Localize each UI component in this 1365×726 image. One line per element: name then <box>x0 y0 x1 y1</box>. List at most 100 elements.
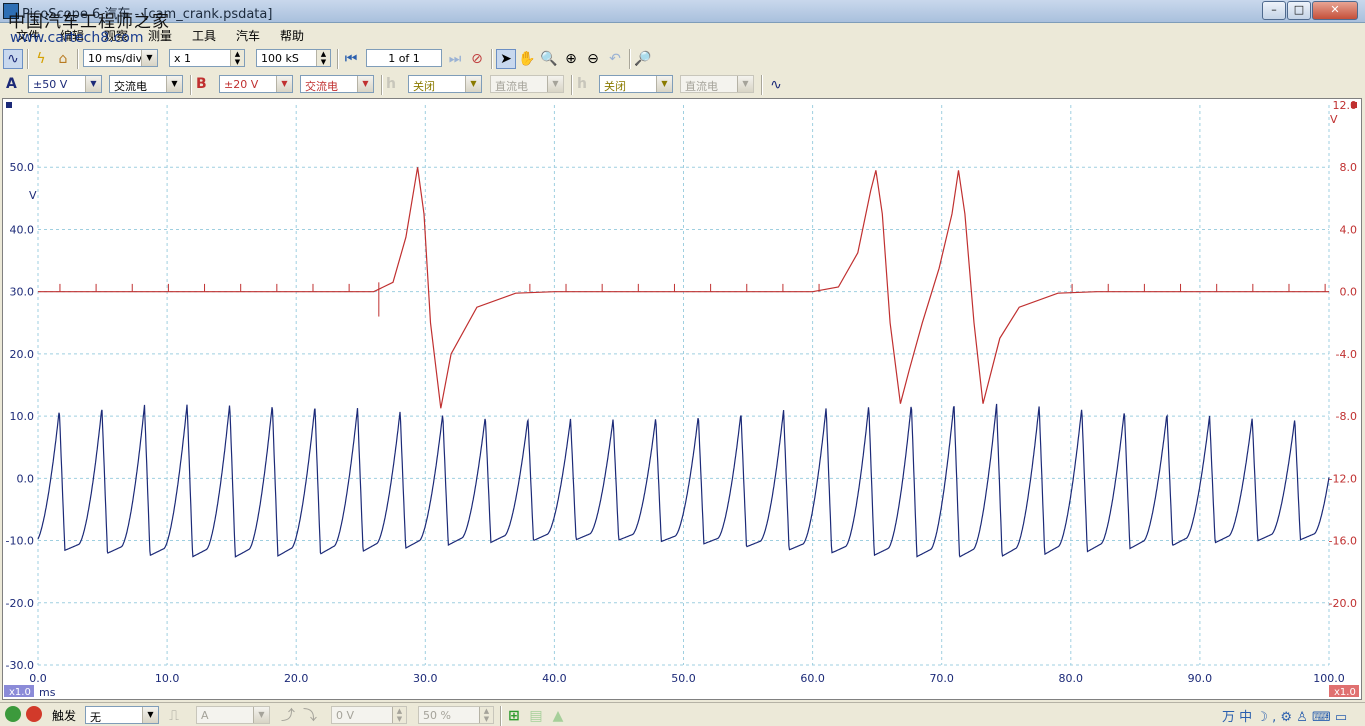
x-tick-label: 90.0 <box>1188 672 1213 685</box>
stop-icon[interactable] <box>26 706 42 722</box>
spin-arrows-icon[interactable]: ▲ ▼ <box>316 50 330 66</box>
undo-zoom-icon[interactable]: ↶ <box>605 49 625 69</box>
zoom-select-icon[interactable]: 🔍 <box>539 49 559 69</box>
chevron-down-icon[interactable]: ▼ <box>465 76 481 92</box>
scope-mode-icon[interactable]: ∿ <box>3 49 23 69</box>
first-buffer-icon[interactable]: ⏮ <box>341 49 361 69</box>
gear-icon[interactable]: ⚙ <box>1280 710 1292 725</box>
close-button[interactable]: ✕ <box>1312 1 1358 20</box>
channel-toolbar: A ±50 V ▼ 交流电 ▼ B ±20 V ▼ 交流电 ▼ h 关闭 ▼ 直… <box>0 72 1365 98</box>
right-tick-label: -12.0 <box>1329 472 1357 485</box>
hand-icon[interactable]: ✋ <box>517 49 537 69</box>
samples-stepper[interactable]: 100 kS ▲ ▼ <box>256 49 331 67</box>
channel-c-coupling-select: 直流电 ▼ <box>490 75 564 93</box>
next-buffer-icon[interactable]: ⏭ <box>445 49 465 69</box>
x-tick-label: 60.0 <box>800 672 825 685</box>
left-tick-label: -10.0 <box>6 535 34 548</box>
watermark-text: 中国汽车工程师之家 <box>8 12 170 32</box>
toolbar-divider <box>761 75 763 95</box>
channel-b-coupling-select[interactable]: 交流电 ▼ <box>300 75 374 93</box>
start-icon[interactable] <box>5 706 21 722</box>
navigator-icon[interactable]: ⊘ <box>467 49 487 69</box>
x-tick-label: 10.0 <box>155 672 180 685</box>
right-tick-label: 4.0 <box>1340 223 1358 236</box>
x-tick-label: 0.0 <box>29 672 47 685</box>
trigger-label: 触发 <box>52 709 77 723</box>
chevron-down-icon[interactable]: ▼ <box>141 50 157 66</box>
scope-plot[interactable]: 50.0 40.0 30.0 20.0 10.0 0.0 -10.0 -20.0 -30.0 1… <box>3 99 1361 699</box>
right-tick-label: 12.0 <box>1333 99 1358 112</box>
menu-tools[interactable]: 工具 <box>192 27 216 44</box>
left-tick-label: 0.0 <box>17 472 35 485</box>
zoom-value: x 1 <box>174 52 192 65</box>
channel-b-label[interactable]: B <box>196 76 207 92</box>
home-icon[interactable]: ⌂ <box>53 49 73 69</box>
toolbar-divider <box>491 49 493 69</box>
zoom-stepper[interactable]: x 1 ▲ ▼ <box>169 49 245 67</box>
x-tick-label: 30.0 <box>413 672 438 685</box>
trigger-mode-select[interactable]: 无 ▼ <box>85 706 159 724</box>
channel-c-label[interactable]: h <box>386 76 396 92</box>
menu-automotive[interactable]: 汽车 <box>236 27 260 44</box>
zoom-in-icon[interactable]: ⊕ <box>561 49 581 69</box>
left-tick-label: -30.0 <box>6 659 34 672</box>
user-icon[interactable]: ♙ <box>1296 710 1308 725</box>
spin-arrows-icon: ▲ ▼ <box>479 707 493 723</box>
auto-setup-icon[interactable]: ϟ <box>31 49 51 69</box>
x-tick-label: 80.0 <box>1059 672 1084 685</box>
chevron-down-icon[interactable]: ▼ <box>142 707 158 723</box>
trigger-channel-select: A ▼ <box>196 706 270 724</box>
window-icon[interactable]: ▭ <box>1335 710 1347 725</box>
chevron-down-icon[interactable]: ▼ <box>166 76 182 92</box>
toolbar-divider <box>190 75 192 95</box>
channel-a-label[interactable]: A <box>6 76 17 92</box>
channel-d-range-select[interactable]: 关闭 ▼ <box>599 75 673 93</box>
toolbar-divider <box>629 49 631 69</box>
toolbar-divider <box>500 706 502 726</box>
ime-icon[interactable]: 万 <box>1222 710 1235 725</box>
chevron-down-icon[interactable]: ▼ <box>357 76 373 92</box>
ruler-icon: ▤ <box>529 708 543 724</box>
timebase-select[interactable]: 10 ms/div ▼ <box>83 49 158 67</box>
left-tick-label: 50.0 <box>10 161 35 174</box>
threshold-stepper: 0 V ▲ ▼ <box>331 706 407 724</box>
channel-a-coupling-select[interactable]: 交流电 ▼ <box>109 75 183 93</box>
comma-icon[interactable]: , <box>1272 710 1276 725</box>
chevron-down-icon: ▼ <box>547 76 563 92</box>
right-tick-label: 8.0 <box>1340 161 1358 174</box>
chevron-down-icon[interactable]: ▼ <box>276 76 292 92</box>
left-tick-label: 20.0 <box>10 348 35 361</box>
spin-arrows-icon: ▲ ▼ <box>392 707 406 723</box>
right-tick-label: -16.0 <box>1329 535 1357 548</box>
trigger-toolbar: 触发 无 ▼ ⎍ A ▼ ⤴ ⤵ 0 V ▲ ▼ 50 % ▲ ▼ ⊞ ▤ ▲ 万 … <box>0 702 1365 726</box>
scope-view[interactable]: 50.0 40.0 30.0 20.0 10.0 0.0 -10.0 -20.0 -30.0 1… <box>2 98 1362 700</box>
x-tick-label: 50.0 <box>671 672 696 685</box>
x-tick-label: 20.0 <box>284 672 309 685</box>
add-ruler-icon[interactable]: ⊞ <box>504 706 524 726</box>
channel-c-range-select[interactable]: 关闭 ▼ <box>408 75 482 93</box>
maximize-button[interactable]: □ <box>1287 1 1311 20</box>
math-channel-icon[interactable]: ∿ <box>766 75 786 95</box>
zoom-out-icon[interactable]: ⊖ <box>583 49 603 69</box>
left-tick-label: 30.0 <box>10 286 35 299</box>
pointer-icon[interactable]: ➤ <box>496 49 516 69</box>
minimize-button[interactable]: – <box>1262 1 1286 20</box>
channel-d-label[interactable]: h <box>577 76 587 92</box>
keyboard-icon[interactable]: ⌨ <box>1312 710 1331 725</box>
channel-b-range-select[interactable]: ±20 V ▼ <box>219 75 293 93</box>
menu-help[interactable]: 帮助 <box>280 27 304 44</box>
ime-chinese-icon[interactable]: 中 <box>1239 710 1252 725</box>
chevron-down-icon[interactable]: ▼ <box>85 76 101 92</box>
chevron-down-icon[interactable]: ▼ <box>656 76 672 92</box>
zoom-overview-icon[interactable]: 🔎 <box>633 49 653 69</box>
left-tick-label: 10.0 <box>10 410 35 423</box>
moon-icon[interactable]: ☽ <box>1256 710 1268 725</box>
rising-edge-icon: ⤴ <box>281 708 295 724</box>
spin-arrows-icon[interactable]: ▲ ▼ <box>230 50 244 66</box>
channel-a-range-select[interactable]: ±50 V ▼ <box>28 75 102 93</box>
chevron-down-icon: ▼ <box>737 76 753 92</box>
channel-a-marker[interactable] <box>6 102 12 108</box>
pretrigger-value: 50 % <box>423 709 451 722</box>
samples-value: 100 kS <box>261 52 299 65</box>
right-tick-label: -4.0 <box>1336 348 1357 361</box>
